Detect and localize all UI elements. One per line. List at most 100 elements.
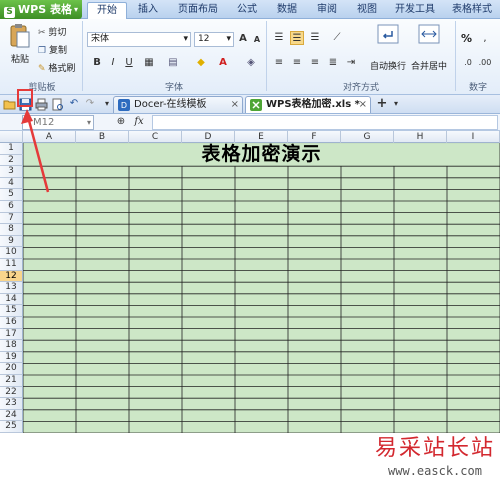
tab-developer[interactable]: 开发工具 [390, 2, 440, 19]
decrease-decimal-button[interactable]: .00 [478, 56, 492, 70]
row-header-9[interactable]: 9 [0, 235, 23, 248]
tab-table-style[interactable]: 表格样式 [446, 2, 498, 19]
eraser-button[interactable]: ◈ [244, 56, 258, 70]
fill-color-button[interactable]: ◆ [194, 56, 208, 70]
column-header-G[interactable]: G [341, 131, 394, 143]
row-header-23[interactable]: 23 [0, 398, 23, 410]
ribbon: 粘贴 ✂ 剪切 ❐ 复制 ✎ 格式刷 剪贴板 宋体 ▾ 12 ▾ A A B I U… [0, 19, 500, 95]
scissors-icon: ✂ [38, 27, 46, 38]
row-header-6[interactable]: 6 [0, 201, 23, 213]
doc-tab-wps-encrypt[interactable]: WPS表格加密.xls * × [245, 96, 371, 113]
row-header-14[interactable]: 14 [0, 293, 23, 306]
cut-button[interactable]: ✂ 剪切 [38, 25, 66, 39]
row-header-22[interactable]: 22 [0, 386, 23, 399]
row-header-20[interactable]: 20 [0, 363, 23, 375]
tab-review[interactable]: 审阅 [310, 2, 344, 19]
row-header-24[interactable]: 24 [0, 409, 23, 422]
column-header-B[interactable]: B [76, 131, 129, 143]
row-header-19[interactable]: 19 [0, 351, 23, 364]
bold-button[interactable]: B [90, 56, 104, 70]
row-header-1[interactable]: 1 [0, 143, 23, 155]
comma-style-button[interactable]: , [478, 32, 492, 46]
tab-view[interactable]: 视图 [350, 2, 384, 19]
print-preview-icon[interactable] [51, 98, 64, 111]
align-center-button[interactable]: ≡ [290, 56, 304, 70]
align-left-icon: ≡ [274, 57, 284, 68]
row-header-21[interactable]: 21 [0, 375, 23, 387]
underline-button[interactable]: U [122, 56, 136, 70]
zoom-search-icon[interactable]: ⊕ [114, 115, 128, 129]
column-header-H[interactable]: H [394, 131, 447, 143]
row-header-10[interactable]: 10 [0, 247, 23, 259]
row-header-7[interactable]: 7 [0, 212, 23, 225]
column-header-C[interactable]: C [129, 131, 182, 143]
row-header-4[interactable]: 4 [0, 177, 23, 190]
indent-button[interactable]: ⇥ [344, 56, 358, 70]
row-header-2[interactable]: 2 [0, 154, 23, 167]
column-header-D[interactable]: D [182, 131, 235, 143]
close-icon[interactable]: × [231, 97, 239, 113]
row-header-5[interactable]: 5 [0, 189, 23, 201]
align-top-button[interactable]: ☰ [272, 31, 286, 45]
shrink-font-button[interactable]: A [250, 33, 264, 47]
column-header-I[interactable]: I [447, 131, 500, 143]
row-header-13[interactable]: 13 [0, 282, 23, 294]
function-icon[interactable]: fx [132, 115, 146, 129]
undo-icon[interactable]: ↶ [67, 97, 81, 111]
cell-style-button[interactable]: ▤ [166, 56, 180, 70]
select-all-corner[interactable] [0, 131, 23, 143]
merge-center-button[interactable]: 合并居中 [410, 24, 448, 72]
doc-tab-docer[interactable]: D Docer-在线模板 × [113, 96, 243, 113]
cell-grid[interactable] [23, 143, 500, 433]
row-header-3[interactable]: 3 [0, 166, 23, 178]
tab-data[interactable]: 数据 [270, 2, 304, 19]
print-icon[interactable] [35, 98, 48, 111]
tab-list-dropdown[interactable]: ▾ [389, 97, 403, 111]
tab-page-layout[interactable]: 页面布局 [172, 2, 224, 19]
open-folder-icon[interactable] [3, 98, 16, 111]
tab-formula[interactable]: 公式 [230, 2, 264, 19]
formula-input[interactable] [152, 115, 498, 130]
row-header-16[interactable]: 16 [0, 317, 23, 329]
format-painter-button[interactable]: ✎ 格式刷 [38, 61, 75, 75]
row-header-17[interactable]: 17 [0, 328, 23, 341]
row-header-25[interactable]: 25 [0, 421, 23, 433]
align-bottom-button[interactable]: ☰ [308, 31, 322, 45]
align-right-button[interactable]: ≡ [308, 56, 322, 70]
align-bottom-icon: ☰ [310, 32, 320, 43]
column-header-E[interactable]: E [235, 131, 288, 143]
copy-button[interactable]: ❐ 复制 [38, 43, 67, 57]
row-header-11[interactable]: 11 [0, 259, 23, 271]
font-size-select[interactable]: 12 ▾ [194, 32, 234, 47]
customize-toolbar-icon[interactable]: ▾ [100, 97, 114, 111]
row-header-15[interactable]: 15 [0, 305, 23, 317]
wrap-text-button[interactable]: 自动换行 [368, 24, 408, 72]
font-name-select[interactable]: 宋体 ▾ [87, 32, 191, 47]
row-header-12[interactable]: 12 [0, 270, 23, 283]
align-right-icon: ≡ [310, 57, 320, 68]
tab-home[interactable]: 开始 [87, 2, 127, 20]
percent-button[interactable]: % [461, 32, 472, 45]
close-icon[interactable]: × [359, 97, 367, 113]
distribute-button[interactable]: ≣ [326, 56, 340, 70]
increase-decimal-button[interactable]: .0 [461, 56, 475, 70]
column-header-A[interactable]: A [23, 131, 76, 143]
decrease-decimal-icon: .00 [478, 58, 492, 67]
tab-insert[interactable]: 插入 [131, 2, 165, 19]
row-header-8[interactable]: 8 [0, 224, 23, 236]
app-menu-button[interactable]: S WPS 表格 ▾ [0, 0, 82, 19]
grow-font-button[interactable]: A [236, 32, 250, 46]
sheet-title-cell[interactable]: 表格加密演示 [23, 143, 500, 166]
orientation-button[interactable]: ⟋ [330, 31, 344, 45]
redo-icon[interactable]: ↷ [83, 97, 97, 111]
italic-button[interactable]: I [106, 56, 120, 70]
row-header-18[interactable]: 18 [0, 340, 23, 352]
paste-button[interactable]: 粘贴 [6, 23, 34, 75]
align-left-button[interactable]: ≡ [272, 56, 286, 70]
font-color-button[interactable]: A [216, 56, 230, 70]
column-header-F[interactable]: F [288, 131, 341, 143]
border-button[interactable]: ▦ [142, 56, 156, 70]
new-tab-button[interactable]: + [375, 97, 389, 111]
name-box[interactable]: M12 ▾ [22, 115, 94, 130]
align-middle-button[interactable]: ☰ [290, 31, 304, 45]
